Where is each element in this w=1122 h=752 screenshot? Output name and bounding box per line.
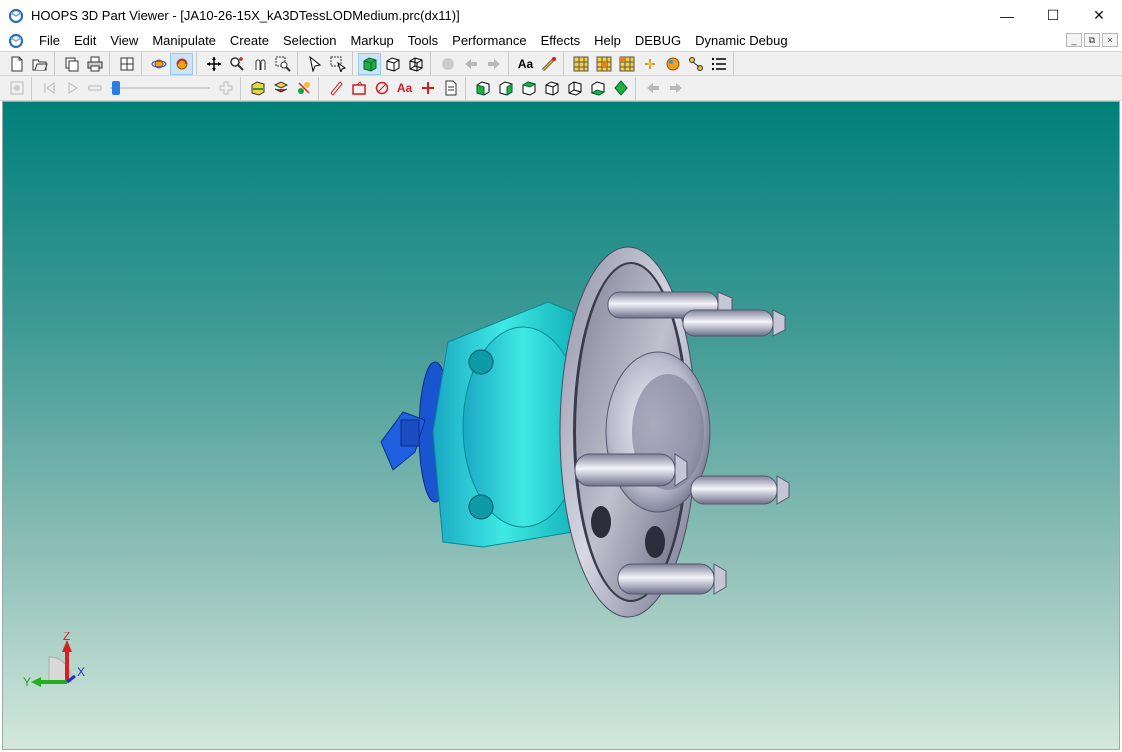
rotate-icon[interactable] [170, 52, 193, 75]
menu-tools[interactable]: Tools [401, 31, 445, 51]
minimize-button[interactable]: — [984, 0, 1030, 31]
new-file-icon[interactable] [5, 53, 28, 75]
menu-debug[interactable]: DEBUG [628, 31, 688, 51]
grid-yellow-3-icon[interactable] [615, 53, 638, 75]
axis-triad: Z X Y [23, 632, 85, 689]
maximize-button[interactable]: ☐ [1030, 0, 1076, 31]
markup-document-icon[interactable] [439, 77, 462, 99]
view-bottom-icon[interactable] [586, 77, 609, 99]
menu-dynamic-debug[interactable]: Dynamic Debug [688, 31, 795, 51]
window-title: HOOPS 3D Part Viewer - [JA10-26-15X_kA3D… [31, 8, 460, 23]
3d-viewport[interactable]: Z X Y [2, 101, 1120, 750]
menu-markup[interactable]: Markup [343, 31, 400, 51]
menu-bar: File Edit View Manipulate Create Selecti… [0, 31, 1122, 51]
main-toolbar: Aa [0, 51, 1122, 76]
mdi-minimize-button[interactable]: _ [1066, 33, 1082, 47]
render-sphere-icon[interactable] [661, 53, 684, 75]
walk-icon[interactable] [248, 53, 271, 75]
view-iso-icon[interactable] [609, 77, 632, 99]
explode-icon[interactable] [292, 77, 315, 99]
mdi-close-button[interactable]: × [1102, 33, 1118, 47]
hidden-line-cube-icon[interactable] [381, 53, 404, 75]
markup-text-label: Aa [396, 81, 413, 95]
wireframe-cube-icon[interactable] [404, 53, 427, 75]
menu-effects[interactable]: Effects [534, 31, 588, 51]
menu-selection[interactable]: Selection [276, 31, 343, 51]
slider-thumb[interactable] [111, 81, 120, 95]
text-annotation-label: Aa [517, 56, 534, 71]
cutting-plane-icon[interactable] [269, 77, 292, 99]
zoom-in-icon[interactable] [214, 77, 237, 99]
menu-help[interactable]: Help [587, 31, 628, 51]
print-icon[interactable] [83, 53, 106, 75]
menu-view[interactable]: View [103, 31, 145, 51]
slider-track [110, 87, 210, 89]
pan-icon[interactable] [202, 53, 225, 75]
record-icon[interactable] [5, 77, 28, 99]
view-left-icon[interactable] [517, 77, 540, 99]
hoops-app-icon [8, 8, 24, 23]
document-system-icon[interactable] [8, 33, 24, 49]
view-top-icon[interactable] [563, 77, 586, 99]
markup-text-button[interactable]: Aa [393, 77, 416, 99]
title-bar: HOOPS 3D Part Viewer - [JA10-26-15X_kA3D… [0, 0, 1122, 31]
orbit-icon[interactable] [147, 53, 170, 75]
mdi-restore-button[interactable]: ⧉ [1084, 33, 1100, 47]
axis-y-label: Y [23, 675, 31, 689]
axis-z-label: Z [63, 632, 70, 643]
secondary-toolbar: Aa [0, 76, 1122, 101]
animation-slider[interactable] [110, 77, 210, 99]
menu-manipulate[interactable]: Manipulate [145, 31, 223, 51]
view-right-icon[interactable] [540, 77, 563, 99]
home-view-icon[interactable] [436, 53, 459, 75]
close-button[interactable]: ✕ [1076, 0, 1122, 31]
grid-table-icon[interactable] [115, 53, 138, 75]
axis-x-label: X [77, 665, 85, 679]
next-view-icon[interactable] [664, 77, 687, 99]
view-back-icon[interactable] [494, 77, 517, 99]
shaded-cube-icon[interactable] [358, 52, 381, 75]
section-cube-icon[interactable] [246, 77, 269, 99]
menu-edit[interactable]: Edit [67, 31, 103, 51]
menu-file[interactable]: File [32, 31, 67, 51]
select-window-icon[interactable] [326, 53, 349, 75]
open-folder-icon[interactable] [28, 53, 51, 75]
back-arrow-icon[interactable] [459, 53, 482, 75]
markup-circle-icon[interactable] [370, 77, 393, 99]
previous-view-icon[interactable] [641, 77, 664, 99]
grid-yellow-1-icon[interactable] [569, 53, 592, 75]
zoom-out-icon[interactable] [83, 77, 106, 99]
forward-arrow-icon[interactable] [482, 53, 505, 75]
view-front-icon[interactable] [471, 77, 494, 99]
rewind-icon[interactable] [37, 77, 60, 99]
zoom-window-icon[interactable] [271, 53, 294, 75]
menu-performance[interactable]: Performance [445, 31, 533, 51]
select-arrow-icon[interactable] [303, 53, 326, 75]
markup-add-icon[interactable] [416, 77, 439, 99]
markup-rectangle-icon[interactable] [347, 77, 370, 99]
list-icon[interactable] [707, 53, 730, 75]
markup-pencil-icon[interactable] [324, 77, 347, 99]
tree-nodes-icon[interactable] [684, 53, 707, 75]
copy-icon[interactable] [60, 53, 83, 75]
point-icon[interactable] [638, 53, 661, 75]
zoom-icon[interactable] [225, 53, 248, 75]
measure-icon[interactable] [537, 53, 560, 75]
grid-yellow-2-icon[interactable] [592, 53, 615, 75]
text-annotation-button[interactable]: Aa [514, 53, 537, 75]
menu-create[interactable]: Create [223, 31, 276, 51]
wheel-hub-model[interactable] [3, 102, 1120, 750]
play-icon[interactable] [60, 77, 83, 99]
